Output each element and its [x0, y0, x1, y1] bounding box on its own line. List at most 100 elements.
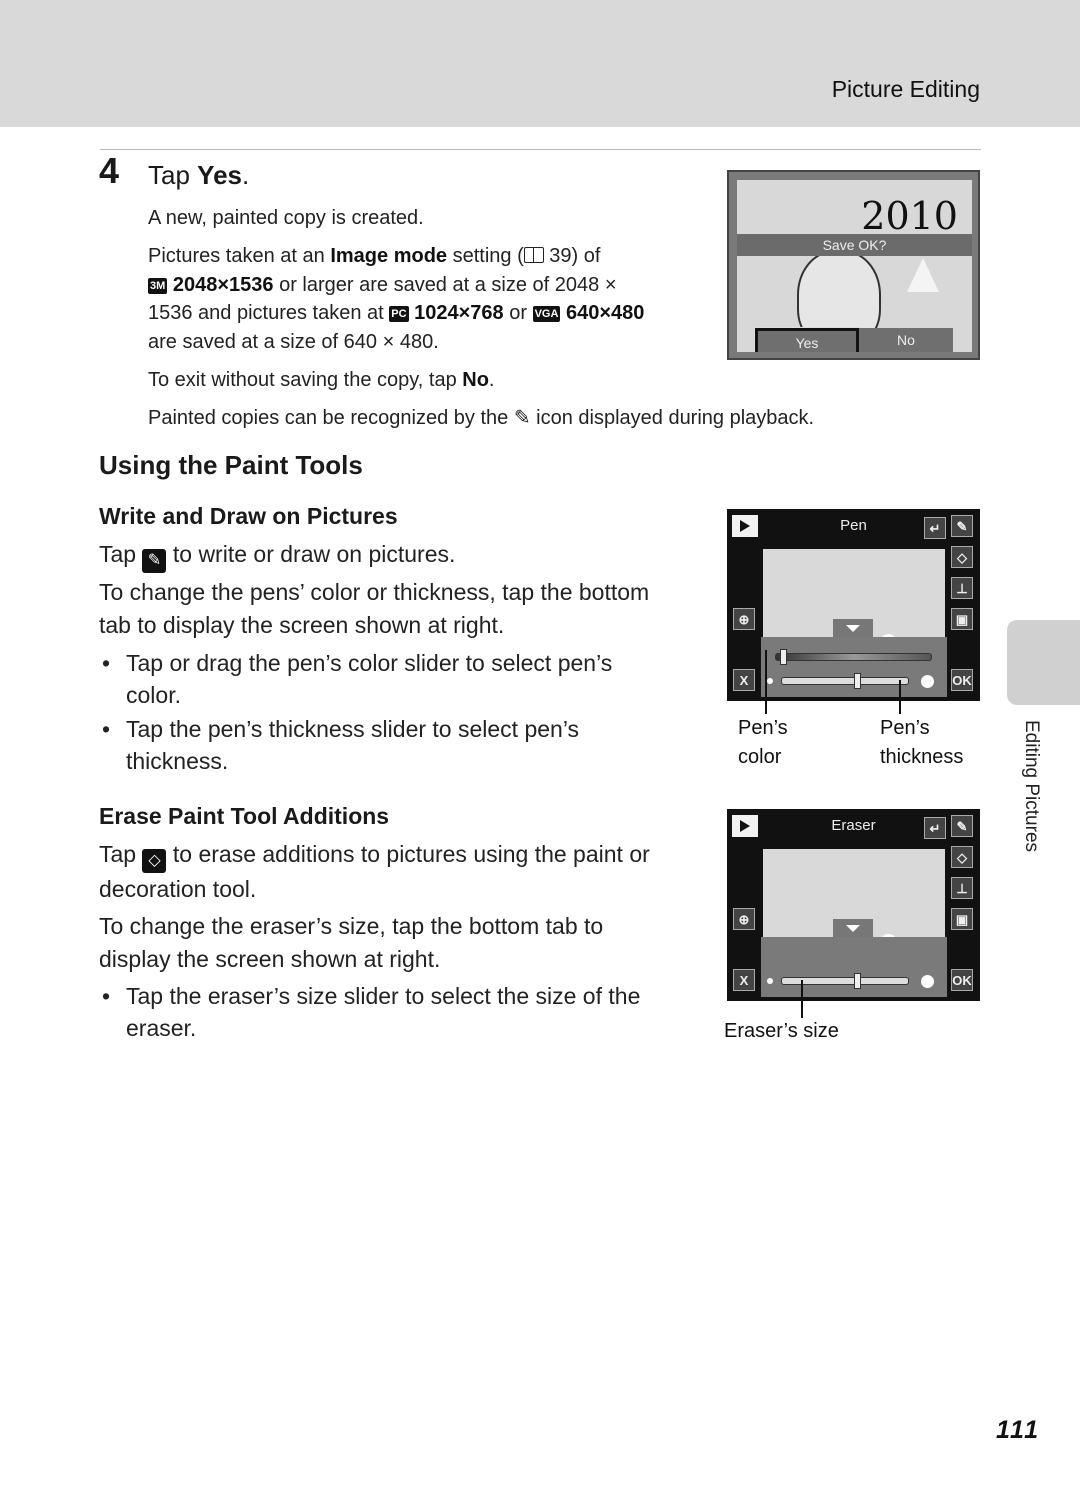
- thickness-slider[interactable]: [781, 677, 909, 685]
- subsection-title: Erase Paint Tool Additions: [99, 803, 390, 829]
- eraser-paragraph: To change the eraser’s size, tap the bot…: [99, 910, 699, 976]
- text: Pictures taken at an: [148, 245, 331, 267]
- text: Tap the eraser’s size slider to select t…: [126, 983, 641, 1009]
- text: display the screen shown at right.: [99, 946, 441, 972]
- text: are saved at a size of 640 × 480.: [148, 330, 439, 353]
- bottom-tab-toggle[interactable]: [833, 619, 873, 639]
- side-tab: [1007, 620, 1080, 705]
- text: eraser.: [126, 1015, 197, 1041]
- thick-indicator: [921, 675, 934, 688]
- pen-tap-line: Tap ✎ to write or draw on pictures.: [99, 538, 699, 573]
- text: Painted copies can be recognized by the: [148, 407, 514, 429]
- text: Tap: [99, 841, 143, 867]
- bullet-item: Tap or drag the pen’s color slider to se…: [99, 647, 689, 711]
- exit-line: To exit without saving the copy, tap No.: [148, 366, 494, 395]
- frame-icon[interactable]: ▣: [951, 908, 973, 930]
- ok-button[interactable]: OK: [951, 969, 973, 991]
- eraser-size-slider-thumb[interactable]: [853, 973, 861, 989]
- bottom-tab-toggle[interactable]: [833, 919, 873, 939]
- text: To change the pens’ color or thickness, …: [99, 579, 650, 605]
- eraser-tool-icon: ◇: [142, 849, 167, 873]
- eraser-screen: Eraser ↵ ✎ ◇ ⊥ ▣ ⊕ X OK: [727, 809, 980, 1001]
- color-slider-thumb[interactable]: [779, 649, 787, 665]
- text-bold: Image mode: [330, 245, 448, 267]
- text: Pen’s: [880, 717, 930, 739]
- text-bold: 640×480: [560, 302, 645, 324]
- header-title: Picture Editing: [831, 76, 980, 102]
- callout-line: [801, 980, 803, 1018]
- text: to write or draw on pictures.: [166, 541, 456, 567]
- sailboat-illustration: [907, 258, 939, 292]
- step-title: Tap Yes.: [148, 160, 249, 191]
- undo-icon[interactable]: ↵: [924, 817, 946, 839]
- save-preview-image: 2010 Save OK? Yes No: [737, 180, 972, 352]
- text: thickness.: [126, 748, 229, 774]
- step-title-text: Tap: [148, 160, 198, 190]
- text: or: [503, 302, 533, 324]
- eraser-icon[interactable]: ◇: [951, 846, 973, 868]
- slider-panel: [761, 637, 947, 697]
- bullet-item: Tap the pen’s thickness slider to select…: [99, 713, 689, 777]
- text-bold: 2048×1536: [167, 273, 274, 296]
- text: color.: [126, 682, 181, 708]
- zoom-icon[interactable]: ⊕: [733, 908, 755, 930]
- pen-tool-icon: ✎: [142, 549, 167, 573]
- text: 1536 and pictures taken at: [148, 302, 390, 324]
- frame-icon[interactable]: ▣: [951, 608, 973, 630]
- image-mode-pc-icon: PC: [389, 306, 409, 322]
- text: color: [738, 746, 782, 768]
- cancel-button[interactable]: X: [733, 669, 755, 691]
- pen-icon[interactable]: ✎: [951, 815, 973, 837]
- side-tab-label: Editing Pictures: [1021, 720, 1042, 853]
- text: Pen’s: [738, 717, 788, 739]
- save-prompt: Save OK?: [737, 234, 972, 256]
- text-bold: No: [462, 369, 489, 391]
- image-mode-vga-icon: VGA: [532, 306, 561, 322]
- pen-color-callout: Pen’s color: [738, 714, 788, 772]
- pencil-icon: ✎: [513, 407, 531, 429]
- text: Tap the pen’s thickness slider to select…: [126, 716, 580, 742]
- slider-panel: [761, 937, 947, 997]
- text: to erase additions to pictures using the…: [166, 841, 650, 867]
- text: decoration tool.: [99, 876, 257, 902]
- ok-button[interactable]: OK: [951, 669, 973, 691]
- stamp-icon[interactable]: ⊥: [951, 877, 973, 899]
- text-bold: 1024×768: [408, 302, 504, 324]
- cancel-button[interactable]: X: [733, 969, 755, 991]
- header-band: [0, 0, 1080, 127]
- text: or larger are saved at a size of 2048 ×: [273, 273, 617, 296]
- color-slider[interactable]: [775, 653, 932, 661]
- image-mode-3m-icon: 3M: [148, 277, 168, 294]
- step-line: A new, painted copy is created.: [148, 207, 424, 229]
- thickness-slider-thumb[interactable]: [853, 673, 861, 689]
- eraser-size-callout: Eraser’s size: [724, 1020, 839, 1042]
- text: To exit without saving the copy, tap: [148, 369, 463, 391]
- no-button[interactable]: No: [859, 328, 953, 352]
- stamp-icon[interactable]: ⊥: [951, 577, 973, 599]
- pen-paragraph: To change the pens’ color or thickness, …: [99, 576, 699, 642]
- callout-line: [899, 680, 901, 714]
- text: thickness: [880, 746, 964, 768]
- date-stamp: 2010: [861, 194, 958, 238]
- text: 39) of: [543, 245, 601, 267]
- text: setting (: [447, 245, 524, 267]
- text: tab to display the screen shown at right…: [99, 612, 505, 638]
- eraser-icon[interactable]: ◇: [951, 546, 973, 568]
- pen-thickness-callout: Pen’s thickness: [880, 714, 963, 772]
- callout-line: [765, 650, 767, 714]
- small-size-indicator: [767, 978, 773, 984]
- pen-icon[interactable]: ✎: [951, 515, 973, 537]
- yes-button[interactable]: Yes: [754, 327, 860, 352]
- text: .: [488, 369, 495, 391]
- thin-indicator: [767, 678, 773, 684]
- large-size-indicator: [921, 975, 934, 988]
- undo-icon[interactable]: ↵: [924, 517, 946, 539]
- subsection-title: Write and Draw on Pictures: [99, 503, 398, 529]
- text: Tap or drag the pen’s color slider to se…: [126, 650, 613, 676]
- step-number: 4: [99, 150, 120, 191]
- text: Tap: [99, 541, 143, 567]
- save-confirm-screen: 2010 Save OK? Yes No: [727, 170, 980, 360]
- bullet-item: Tap the eraser’s size slider to select t…: [99, 980, 689, 1044]
- section-title: Using the Paint Tools: [99, 450, 363, 480]
- zoom-icon[interactable]: ⊕: [733, 608, 755, 630]
